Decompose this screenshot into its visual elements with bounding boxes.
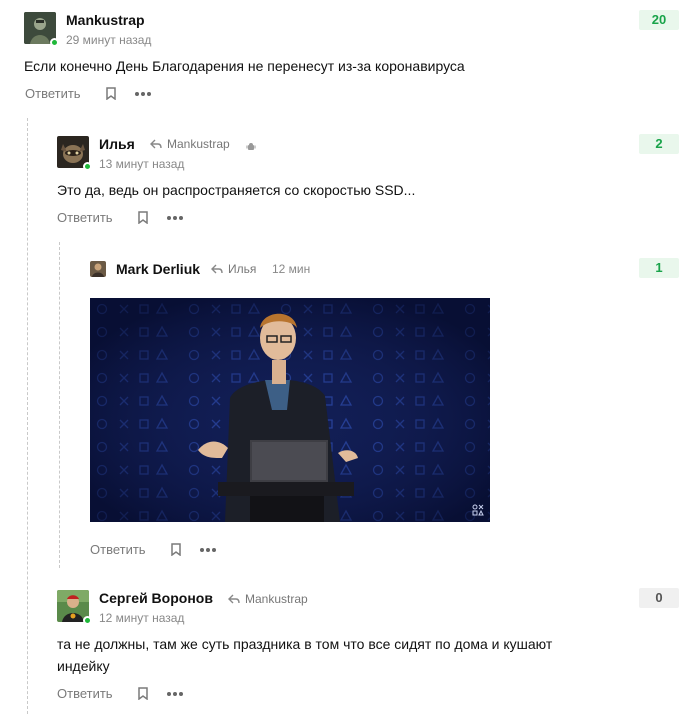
comment-actions: Ответить bbox=[25, 86, 151, 101]
more-dots-icon[interactable] bbox=[166, 691, 183, 696]
comment-score[interactable]: 1 bbox=[639, 258, 679, 278]
embedded-video[interactable] bbox=[90, 298, 490, 522]
reply-to-link[interactable]: Mankustrap bbox=[228, 592, 308, 606]
comment-score[interactable]: 20 bbox=[639, 10, 679, 30]
more-dots-icon[interactable] bbox=[199, 547, 216, 552]
android-icon bbox=[246, 139, 256, 157]
reply-button[interactable]: Ответить bbox=[57, 686, 113, 701]
comment-text: Это да, ведь он распространяется со скор… bbox=[57, 182, 416, 198]
comment-text: Если конечно День Благодарения не перене… bbox=[24, 58, 465, 74]
comment-actions: Ответить bbox=[90, 542, 216, 557]
comment-actions: Ответить bbox=[57, 210, 183, 225]
more-dots-icon[interactable] bbox=[166, 215, 183, 220]
comment-text-line: та не должны, там же суть праздника в то… bbox=[57, 636, 553, 652]
comment-time[interactable]: 13 минут назад bbox=[99, 157, 184, 171]
comment-time[interactable]: 12 мин bbox=[272, 262, 310, 276]
reply-to-name: Илья bbox=[228, 262, 257, 276]
more-dots-icon[interactable] bbox=[134, 91, 151, 96]
reply-to-name: Mankustrap bbox=[167, 137, 230, 151]
reply-to-name: Mankustrap bbox=[245, 592, 308, 606]
reply-arrow-icon bbox=[211, 264, 223, 274]
reply-to-link[interactable]: Mankustrap bbox=[150, 137, 230, 151]
comment-author[interactable]: Mark Derliuk bbox=[116, 261, 200, 277]
reply-button[interactable]: Ответить bbox=[57, 210, 113, 225]
comment-time[interactable]: 29 минут назад bbox=[66, 33, 151, 47]
reply-button[interactable]: Ответить bbox=[25, 86, 81, 101]
online-status-icon bbox=[50, 38, 59, 47]
comment-author[interactable]: Илья bbox=[99, 136, 135, 152]
reply-arrow-icon bbox=[150, 139, 162, 149]
reply-to-link[interactable]: Илья bbox=[211, 262, 256, 276]
online-status-icon bbox=[83, 616, 92, 625]
avatar[interactable] bbox=[90, 261, 106, 277]
comment-author[interactable]: Сергей Воронов bbox=[99, 590, 213, 606]
comment-actions: Ответить bbox=[57, 686, 183, 701]
comment-score[interactable]: 2 bbox=[639, 134, 679, 154]
online-status-icon bbox=[83, 162, 92, 171]
comment-text-line: индейку bbox=[57, 658, 110, 674]
bookmark-icon[interactable] bbox=[137, 211, 149, 225]
reply-button[interactable]: Ответить bbox=[90, 542, 146, 557]
comment-author[interactable]: Mankustrap bbox=[66, 12, 145, 28]
thread-line-level-1 bbox=[27, 118, 28, 714]
bookmark-icon[interactable] bbox=[105, 87, 117, 101]
bookmark-icon[interactable] bbox=[170, 543, 182, 557]
reply-arrow-icon bbox=[228, 594, 240, 604]
thread-line-level-2 bbox=[59, 242, 60, 568]
bookmark-icon[interactable] bbox=[137, 687, 149, 701]
comment-score[interactable]: 0 bbox=[639, 588, 679, 608]
comment-time[interactable]: 12 минут назад bbox=[99, 611, 184, 625]
